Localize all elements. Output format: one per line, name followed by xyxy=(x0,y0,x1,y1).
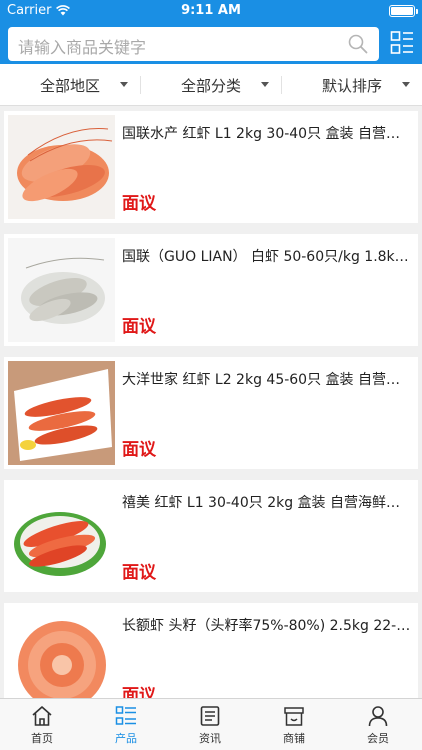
product-price: 面议 xyxy=(122,563,156,583)
product-price: 面议 xyxy=(122,440,156,460)
product-card[interactable]: 禧美 红虾 L1 30-40只 2kg 盒装 自营海鲜水产 面议 xyxy=(4,480,418,592)
product-title: 国联水产 红虾 L1 2kg 30-40只 盒装 自营海鲜水产 xyxy=(122,126,412,142)
home-icon xyxy=(32,706,52,726)
product-card[interactable]: 国联（GUO LIAN） 白虾 50-60只/kg 1.8kg 盒装 面议 xyxy=(4,234,418,346)
battery-icon xyxy=(389,5,418,17)
news-icon xyxy=(200,706,220,726)
product-card[interactable]: 国联水产 红虾 L1 2kg 30-40只 盒装 自营海鲜水产 面议 xyxy=(4,111,418,223)
tab-shop[interactable]: 商铺 xyxy=(252,699,336,750)
list-icon xyxy=(115,706,136,725)
caret-down-icon xyxy=(120,82,128,87)
product-image xyxy=(8,484,115,588)
filter-bar: 全部地区 全部分类 默认排序 xyxy=(0,64,422,106)
product-card[interactable]: 长额虾 头籽（头籽率75%-80%) 2.5kg 22-25只 面议 xyxy=(4,603,418,698)
tab-member[interactable]: 会员 xyxy=(336,699,420,750)
category-menu-icon[interactable] xyxy=(390,30,414,56)
product-price: 面议 xyxy=(122,686,156,698)
tab-news[interactable]: 资讯 xyxy=(168,699,252,750)
tab-home-label: 首页 xyxy=(31,732,53,745)
filter-category[interactable]: 全部分类 xyxy=(141,64,281,106)
shop-icon xyxy=(284,707,304,726)
top-header: Carrier 9:11 AM 请输入商品关键字 xyxy=(0,0,422,64)
product-list[interactable]: 国联水产 红虾 L1 2kg 30-40只 盒装 自营海鲜水产 面议 国联（GU… xyxy=(0,107,422,698)
filter-region-label: 全部地区 xyxy=(39,76,100,95)
tab-shop-label: 商铺 xyxy=(283,732,305,745)
bottom-tab-bar: 首页 产品 资讯 商铺 会员 xyxy=(0,698,422,750)
tab-home[interactable]: 首页 xyxy=(0,699,84,750)
tab-products-label: 产品 xyxy=(115,732,137,745)
tab-news-label: 资讯 xyxy=(199,732,221,745)
status-bar: Carrier 9:11 AM xyxy=(0,0,422,22)
status-time: 9:11 AM xyxy=(181,3,241,18)
user-icon xyxy=(368,706,388,727)
product-card[interactable]: 大洋世家 红虾 L2 2kg 45-60只 盒装 自营海鲜水产 面议 xyxy=(4,357,418,469)
caret-down-icon xyxy=(261,82,269,87)
filter-sort-label: 默认排序 xyxy=(321,76,382,95)
search-placeholder: 请输入商品关键字 xyxy=(18,38,147,57)
search-input[interactable]: 请输入商品关键字 xyxy=(8,27,379,61)
filter-category-label: 全部分类 xyxy=(180,76,241,95)
search-icon[interactable] xyxy=(347,33,369,55)
product-title: 大洋世家 红虾 L2 2kg 45-60只 盒装 自营海鲜水产 xyxy=(122,372,412,388)
caret-down-icon xyxy=(402,82,410,87)
tab-member-label: 会员 xyxy=(367,732,389,745)
product-image xyxy=(8,115,115,219)
filter-region[interactable]: 全部地区 xyxy=(0,64,140,106)
product-title: 禧美 红虾 L1 30-40只 2kg 盒装 自营海鲜水产 xyxy=(122,495,412,511)
product-title: 长额虾 头籽（头籽率75%-80%) 2.5kg 22-25只 xyxy=(122,618,412,634)
product-image xyxy=(8,607,115,698)
product-image xyxy=(8,238,115,342)
product-title: 国联（GUO LIAN） 白虾 50-60只/kg 1.8kg 盒装 xyxy=(122,249,412,265)
filter-sort[interactable]: 默认排序 xyxy=(282,64,422,106)
product-image xyxy=(8,361,115,465)
product-price: 面议 xyxy=(122,317,156,337)
tab-products[interactable]: 产品 xyxy=(84,699,168,750)
product-price: 面议 xyxy=(122,194,156,214)
